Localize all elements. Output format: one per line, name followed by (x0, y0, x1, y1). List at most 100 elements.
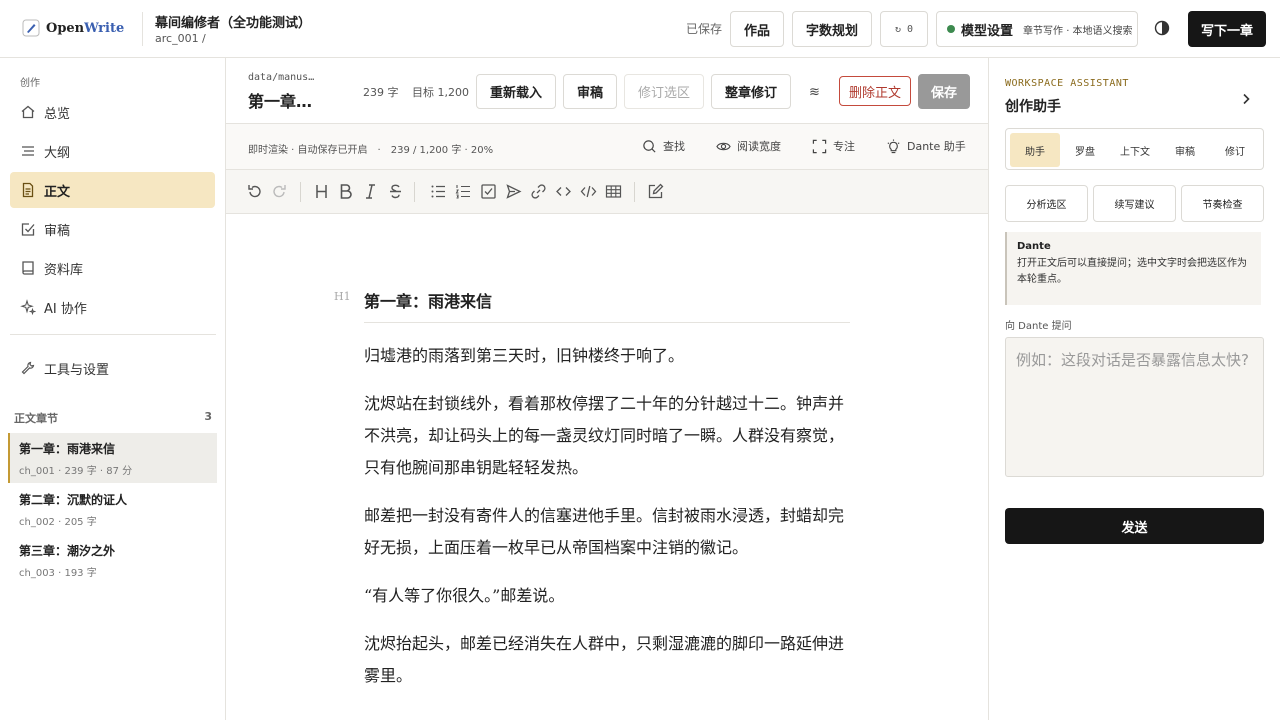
undo-icon[interactable] (246, 183, 263, 200)
sidebar-item-library[interactable]: 资料库 (10, 250, 215, 286)
link-icon[interactable] (530, 183, 547, 200)
chapter-list-item[interactable]: 第三章：潮汐之外 ch_003 · 193 字 (8, 535, 217, 585)
chapter-list-item[interactable]: 第一章：雨港来信 ch_001 · 239 字 · 87 分 (8, 433, 217, 483)
sidebar-item-outline[interactable]: 大纲 (10, 133, 215, 169)
ask-input[interactable]: 例如：这段对话是否暴露信息太快? (1005, 337, 1264, 477)
file-path: data/manus… (248, 72, 315, 83)
paragraph[interactable]: 归墟港的雨落到第三天时，旧钟楼终于响了。 (364, 340, 850, 372)
sidebar-item-label: 正文 (44, 184, 71, 200)
document-canvas[interactable]: H1 第一章：雨港来信 归墟港的雨落到第三天时，旧钟楼终于响了。 沈烬站在封锁线… (226, 214, 988, 720)
heading-level-marker: H1 (334, 290, 351, 303)
redo-icon[interactable] (271, 183, 288, 200)
brand-name: OpenWrite (46, 20, 125, 36)
toolbar-separator (414, 182, 415, 202)
tab-assistant[interactable]: 助手 (1010, 133, 1060, 167)
home-icon (21, 105, 35, 119)
chapter-title: 第一章：雨港来信 (19, 442, 116, 456)
dante-assistant-tool[interactable]: Dante 助手 (886, 138, 966, 154)
tab-revise[interactable]: 修订 (1210, 133, 1260, 167)
tab-context[interactable]: 上下文 (1110, 133, 1160, 167)
paragraph[interactable]: 沈烬抬起头，邮差已经消失在人群中，只剩湿漉漉的脚印一路延伸进雾里。 (364, 628, 850, 692)
model-settings-button[interactable]: 模型设置 章节写作 · 本地语义搜索 (936, 11, 1138, 47)
sidebar-item-label: 总览 (44, 106, 71, 122)
chapter-heading[interactable]: 第一章：雨港来信 (364, 288, 850, 323)
dante-assistant-label: Dante 助手 (907, 140, 966, 153)
works-button[interactable]: 作品 (730, 11, 784, 47)
strikethrough-icon[interactable] (387, 183, 404, 200)
contrast-toggle-icon[interactable] (1154, 20, 1170, 36)
chapter-meta: ch_002 · 205 字 (19, 517, 97, 528)
continue-suggestion-button[interactable]: 续写建议 (1093, 185, 1176, 222)
top-bar: OpenWrite 幕间编修者（全功能测试） arc_001 / 已保存 作品 … (0, 0, 1280, 58)
pacing-check-button[interactable]: 节奏检查 (1181, 185, 1264, 222)
send-button[interactable]: 发送 (1005, 508, 1264, 544)
sidebar-item-manuscript[interactable]: 正文 (10, 172, 215, 208)
analyze-selection-button[interactable]: 分析选区 (1005, 185, 1088, 222)
sync-button[interactable]: ↻ 0 (880, 11, 928, 47)
edit-note-icon[interactable] (647, 183, 664, 200)
chapter-meta: ch_001 · 239 字 · 87 分 (19, 466, 133, 477)
inline-code-icon[interactable] (555, 183, 572, 200)
full-chapter-revise-button[interactable]: 整章修订 (711, 74, 791, 109)
save-button[interactable]: 保存 (918, 74, 970, 109)
paragraph[interactable]: 邮差把一封没有寄件人的信塞进他手里。信封被雨水浸透，封蜡却完好无损，上面压着一枚… (364, 500, 850, 564)
sidebar-item-overview[interactable]: 总览 (10, 94, 215, 130)
chevron-right-icon[interactable] (1239, 92, 1253, 106)
sidebar-item-review[interactable]: 审稿 (10, 211, 215, 247)
checklist-icon[interactable] (480, 183, 497, 200)
paragraph[interactable]: “有人等了你很久。”邮差说。 (364, 580, 850, 612)
find-label: 查找 (663, 140, 685, 153)
tab-compass[interactable]: 罗盘 (1060, 133, 1110, 167)
read-width-tool[interactable]: 阅读宽度 (716, 138, 781, 154)
format-toolbar (226, 170, 988, 214)
eye-icon (716, 142, 731, 150)
reload-button[interactable]: 重新载入 (476, 74, 556, 109)
chapter-meta: ch_003 · 193 字 (19, 568, 97, 579)
assistant-section-label: WORKSPACE ASSISTANT (1005, 78, 1129, 89)
bullet-list-icon[interactable] (430, 183, 447, 200)
tab-review[interactable]: 审稿 (1160, 133, 1210, 167)
focus-label: 专注 (833, 140, 855, 153)
sidebar-item-tools-settings[interactable]: 工具与设置 (10, 350, 215, 386)
chapter-title: 第二章：沉默的证人 (19, 493, 128, 507)
project-title: 幕间编修者（全功能测试） (155, 16, 312, 31)
word-plan-button[interactable]: 字数规划 (792, 11, 872, 47)
table-icon[interactable] (605, 183, 622, 200)
sidebar-item-label: 审稿 (44, 223, 71, 239)
send-arrow-icon[interactable] (505, 183, 522, 200)
editor-header: data/manus… 第一章… 239 字 目标 1,200 重新载入 审稿 … (226, 58, 988, 124)
sparkle-icon (20, 299, 36, 315)
heading-icon[interactable] (313, 183, 330, 200)
focus-tool[interactable]: 专注 (812, 138, 855, 154)
chapter-list-item[interactable]: 第二章：沉默的证人 ch_002 · 205 字 (8, 484, 217, 534)
assistant-title: 创作助手 (1005, 99, 1061, 115)
revise-selection-button[interactable]: 修订选区 (624, 74, 704, 109)
find-tool[interactable]: 查找 (642, 138, 685, 154)
sidebar-item-label: AI 协作 (44, 301, 87, 317)
italic-icon[interactable] (362, 183, 379, 200)
wave-menu-icon[interactable]: ≋ (809, 85, 820, 100)
project-path: arc_001 / (155, 32, 206, 45)
code-block-icon[interactable] (580, 183, 597, 200)
sidebar-section-label: 创作 (20, 78, 40, 89)
write-next-chapter-button[interactable]: 写下一章 (1188, 11, 1266, 47)
brand-logo[interactable]: OpenWrite (22, 17, 124, 39)
review-button[interactable]: 审稿 (563, 74, 617, 109)
chapter-title: 第三章：潮汐之外 (19, 544, 116, 558)
message-author: Dante (1017, 241, 1051, 252)
outline-icon (22, 146, 34, 156)
sidebar-item-ai-collab[interactable]: AI 协作 (10, 289, 215, 325)
wrench-icon (21, 361, 35, 375)
word-target: 目标 1,200 (412, 86, 469, 99)
paragraph[interactable]: 沈烬站在封锁线外，看着那枚停摆了二十年的分针越过十二。钟声并不洪亮，却让码头上的… (364, 388, 850, 484)
chapters-header: 正文章节 3 (14, 410, 212, 426)
sidebar-item-label: 工具与设置 (44, 362, 110, 378)
topbar-divider (142, 12, 143, 46)
bold-icon[interactable] (337, 183, 354, 200)
delete-manuscript-button[interactable]: 删除正文 (839, 76, 911, 106)
review-check-icon (21, 223, 35, 236)
model-settings-subtitle: 章节写作 · 本地语义搜索 (1023, 25, 1133, 37)
numbered-list-icon[interactable] (455, 183, 472, 200)
lightbulb-icon (887, 138, 900, 153)
toolbar-separator (634, 182, 635, 202)
